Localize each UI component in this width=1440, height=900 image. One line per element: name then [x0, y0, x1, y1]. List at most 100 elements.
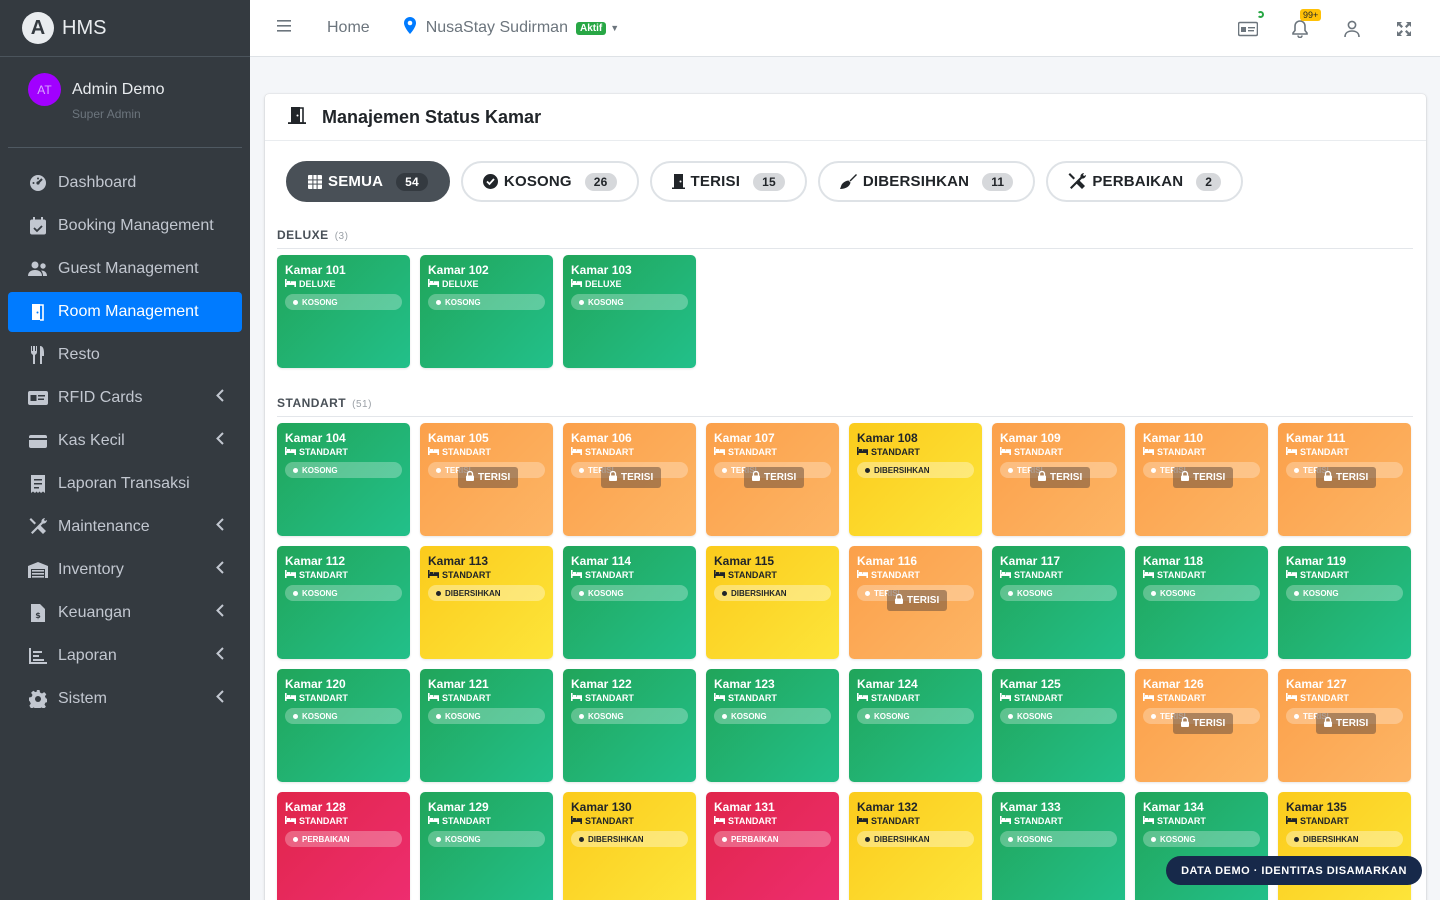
- room-name: Kamar 116: [857, 554, 918, 568]
- room-type-label: DELUXE: [299, 279, 336, 289]
- sidebar-item-inventory[interactable]: Inventory: [8, 550, 242, 590]
- filter-semua-button[interactable]: SEMUA 54: [286, 161, 450, 202]
- room-card[interactable]: Kamar 131 STANDART PERBAIKAN: [706, 792, 839, 900]
- sidebar-item-keuangan[interactable]: $ Keuangan: [8, 593, 242, 633]
- filter-perbaikan-button[interactable]: PERBAIKAN 2: [1046, 161, 1244, 202]
- user-icon[interactable]: [1342, 19, 1362, 39]
- hotel-selector[interactable]: NusaStay Sudirman Aktif ▼: [403, 17, 619, 39]
- filter-kosong-button[interactable]: KOSONG 26: [460, 161, 639, 202]
- status-dot-icon: [1008, 836, 1013, 842]
- room-card[interactable]: Kamar 119 STANDART KOSONG: [1278, 546, 1411, 659]
- room-card[interactable]: Kamar 124 STANDART KOSONG: [849, 669, 982, 782]
- room-card[interactable]: Kamar 105STANDARTTERISITERISI: [420, 423, 553, 536]
- bed-icon: [428, 570, 439, 580]
- room-card[interactable]: Kamar 123 STANDART KOSONG: [706, 669, 839, 782]
- room-card[interactable]: Kamar 126STANDARTTERISITERISI: [1135, 669, 1268, 782]
- room-card[interactable]: Kamar 117 STANDART KOSONG: [992, 546, 1125, 659]
- room-card[interactable]: Kamar 125 STANDART KOSONG: [992, 669, 1125, 782]
- room-card[interactable]: Kamar 113 STANDART DIBERSIHKAN: [420, 546, 553, 659]
- status-dot-icon: [1294, 713, 1299, 719]
- user-name[interactable]: Admin Demo: [72, 81, 164, 99]
- menu-toggle-icon[interactable]: [277, 19, 293, 38]
- room-card[interactable]: Kamar 127STANDARTTERISITERISI: [1278, 669, 1411, 782]
- filter-terisi-button[interactable]: TERISI 15: [649, 161, 807, 202]
- room-name: Kamar 111: [1286, 431, 1346, 445]
- room-name: Kamar 109: [1000, 431, 1061, 445]
- sidebar-item-booking-management[interactable]: Booking Management: [8, 206, 242, 246]
- room-type: STANDART: [285, 570, 402, 580]
- bed-icon: [285, 816, 296, 826]
- room-type-label: STANDART: [728, 447, 777, 457]
- room-card[interactable]: Kamar 110STANDARTTERISITERISI: [1135, 423, 1268, 536]
- bed-icon: [1286, 693, 1297, 703]
- filter-count-badge: 11: [982, 172, 1014, 191]
- room-type-label: STANDART: [728, 570, 777, 580]
- room-card[interactable]: Kamar 120 STANDART KOSONG: [277, 669, 410, 782]
- sidebar-item-maintenance[interactable]: Maintenance: [8, 507, 242, 547]
- sidebar-item-rfid-cards[interactable]: RFID Cards: [8, 378, 242, 418]
- room-card[interactable]: Kamar 107STANDARTTERISITERISI: [706, 423, 839, 536]
- room-status-label: KOSONG: [302, 465, 338, 475]
- chevron-left-icon: [216, 604, 224, 622]
- room-card[interactable]: Kamar 101 DELUXE KOSONG: [277, 255, 410, 368]
- room-type-label: STANDART: [728, 693, 777, 703]
- sidebar-item-laporan[interactable]: Laporan: [8, 636, 242, 676]
- room-name: Kamar 113: [428, 554, 489, 568]
- sidebar-item-room-management[interactable]: Room Management: [8, 292, 242, 332]
- sidebar-item-kas-kecil[interactable]: Kas Kecil: [8, 421, 242, 461]
- sidebar-item-sistem[interactable]: Sistem: [8, 679, 242, 719]
- sidebar-item-label: Room Management: [58, 303, 199, 320]
- sidebar-item-dashboard[interactable]: Dashboard: [8, 163, 242, 203]
- room-type-label: STANDART: [871, 447, 920, 457]
- id-card-icon[interactable]: [1238, 10, 1264, 39]
- room-status-pill: KOSONG: [714, 708, 831, 724]
- room-card[interactable]: Kamar 112 STANDART KOSONG: [277, 546, 410, 659]
- sidebar-item-laporan-transaksi[interactable]: Laporan Transaksi: [8, 464, 242, 504]
- filter-count-badge: 54: [396, 172, 428, 191]
- room-type: STANDART: [428, 447, 545, 457]
- card-header: Manajemen Status Kamar: [265, 94, 1426, 141]
- room-card[interactable]: Kamar 103 DELUXE KOSONG: [563, 255, 696, 368]
- room-card[interactable]: Kamar 111STANDARTTERISITERISI: [1278, 423, 1411, 536]
- room-type-label: STANDART: [1157, 693, 1206, 703]
- room-status-label: PERBAIKAN: [302, 834, 350, 844]
- room-status-pill: KOSONG: [1000, 831, 1117, 847]
- room-status-pill: DIBERSIHKAN: [857, 462, 974, 478]
- sidebar-item-resto[interactable]: Resto: [8, 335, 242, 375]
- room-card[interactable]: Kamar 115 STANDART DIBERSIHKAN: [706, 546, 839, 659]
- loading-spinner-icon: [1257, 10, 1264, 18]
- room-card[interactable]: Kamar 108 STANDART DIBERSIHKAN: [849, 423, 982, 536]
- room-name: Kamar 125: [1000, 677, 1061, 691]
- room-card[interactable]: Kamar 106STANDARTTERISITERISI: [563, 423, 696, 536]
- room-card[interactable]: Kamar 114 STANDART KOSONG: [563, 546, 696, 659]
- status-dot-icon: [579, 299, 584, 305]
- room-name: Kamar 126: [1143, 677, 1204, 691]
- room-card[interactable]: Kamar 132 STANDART DIBERSIHKAN: [849, 792, 982, 900]
- fullscreen-icon[interactable]: [1394, 19, 1414, 39]
- room-card[interactable]: Kamar 121 STANDART KOSONG: [420, 669, 553, 782]
- room-type: DELUXE: [571, 279, 688, 289]
- room-type: STANDART: [1000, 816, 1117, 826]
- sidebar-item-guest-management[interactable]: Guest Management: [8, 249, 242, 289]
- bell-icon[interactable]: 99+: [1290, 8, 1322, 39]
- bed-icon: [571, 447, 582, 457]
- room-type: STANDART: [428, 693, 545, 703]
- room-type: STANDART: [1286, 693, 1403, 703]
- bed-icon: [428, 816, 439, 826]
- room-card[interactable]: Kamar 122 STANDART KOSONG: [563, 669, 696, 782]
- filter-dibersihkan-button[interactable]: DIBERSIHKAN 11: [817, 161, 1036, 202]
- room-card[interactable]: Kamar 116STANDARTTERISITERISI: [849, 546, 982, 659]
- room-card[interactable]: Kamar 109STANDARTTERISITERISI: [992, 423, 1125, 536]
- room-card[interactable]: Kamar 118 STANDART KOSONG: [1135, 546, 1268, 659]
- room-card[interactable]: Kamar 130 STANDART DIBERSIHKAN: [563, 792, 696, 900]
- occupied-lock-badge: TERISI: [458, 467, 519, 488]
- brand[interactable]: A HMS: [0, 0, 250, 57]
- room-card[interactable]: Kamar 128 STANDART PERBAIKAN: [277, 792, 410, 900]
- room-card[interactable]: Kamar 133 STANDART KOSONG: [992, 792, 1125, 900]
- room-card[interactable]: Kamar 104 STANDART KOSONG: [277, 423, 410, 536]
- room-card[interactable]: Kamar 102 DELUXE KOSONG: [420, 255, 553, 368]
- room-card[interactable]: Kamar 129 STANDART KOSONG: [420, 792, 553, 900]
- home-link[interactable]: Home: [327, 19, 370, 37]
- user-panel[interactable]: AT Admin Demo Super Admin: [8, 57, 242, 148]
- room-type: STANDART: [1000, 693, 1117, 703]
